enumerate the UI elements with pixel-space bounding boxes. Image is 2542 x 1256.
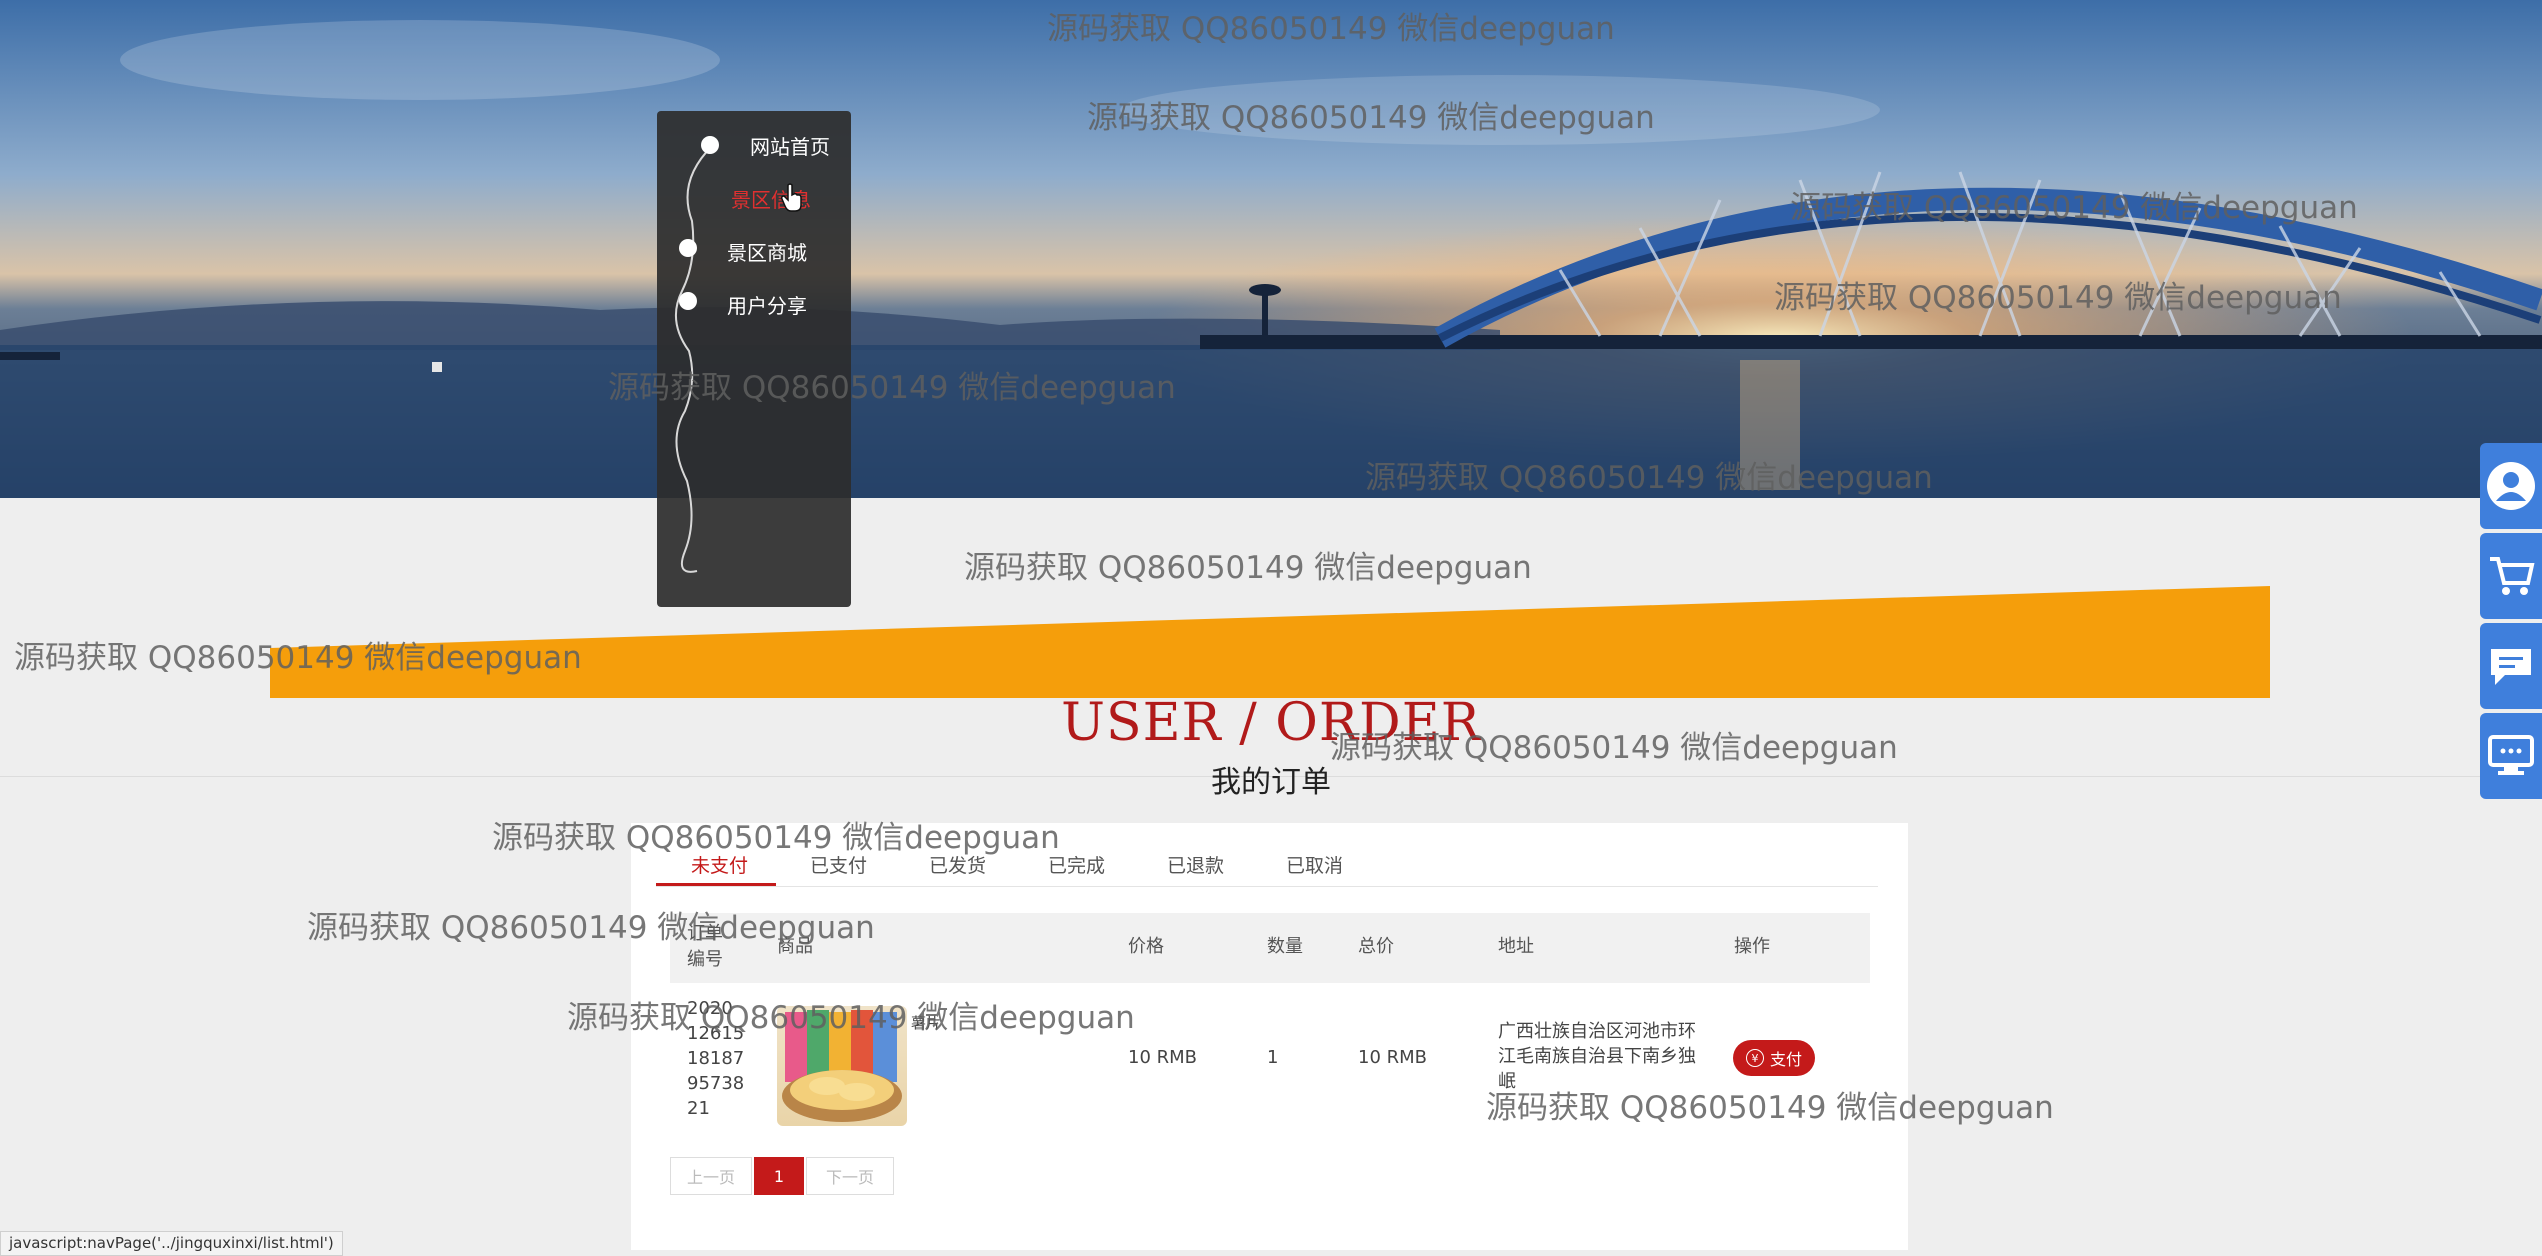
tab-cancelled[interactable]: 已取消: [1286, 851, 1343, 878]
user-icon: [2487, 462, 2535, 510]
header-price: 价格: [1128, 936, 1164, 957]
decorative-orange-band: [270, 586, 2270, 698]
watermark: 源码获取 QQ86050149 微信deepguan: [964, 550, 1532, 586]
browser-status-url: javascript:navPage('../jingquxinxi/list.…: [0, 1231, 343, 1256]
order-number-line: 95738: [687, 1073, 745, 1094]
floating-toolbar: [2480, 443, 2542, 803]
order-number-line: 12615: [687, 1023, 745, 1044]
header-action: 操作: [1734, 936, 1770, 957]
order-number: 2020 12615 18187 95738 21: [687, 996, 745, 1121]
order-number-line: 2020: [687, 998, 733, 1019]
pay-button[interactable]: ¥ 支付: [1733, 1040, 1815, 1076]
page-title-cn: 我的订单: [1211, 765, 1331, 800]
active-tab-underline: [656, 883, 776, 886]
order-panel: 未支付 已支付 已发货 已完成 已退款 已取消 订单编号 商品 价格 数量 总价…: [631, 823, 1908, 1250]
hand-cursor-icon: [781, 183, 802, 212]
quantity-value: 1: [1267, 1047, 1279, 1068]
product-thumbnail[interactable]: [777, 1006, 907, 1126]
yuan-icon: ¥: [1745, 1049, 1764, 1067]
total-value: 10 RMB: [1358, 1047, 1428, 1068]
nav-item-scenic-mall[interactable]: 景区商城: [727, 237, 807, 266]
address-line: 广西壮族自治区河池市环: [1498, 1021, 1696, 1042]
cart-icon: [2490, 557, 2535, 595]
price-value: 10 RMB: [1128, 1047, 1198, 1068]
header-qty: 数量: [1267, 936, 1303, 957]
tab-completed[interactable]: 已完成: [1048, 851, 1105, 878]
tab-paid[interactable]: 已支付: [810, 851, 867, 878]
tab-unpaid[interactable]: 未支付: [691, 851, 748, 878]
header-total: 总价: [1358, 936, 1394, 957]
pagination: 上一页 1 下一页: [670, 1157, 896, 1195]
chips-product-image: [782, 1010, 902, 1122]
order-status-tabs: 未支付 已支付 已发货 已完成 已退款 已取消: [656, 823, 1878, 887]
address-line: 岷: [1498, 1071, 1516, 1092]
header-address: 地址: [1498, 936, 1534, 957]
prev-page-button[interactable]: 上一页: [670, 1157, 752, 1195]
next-page-button[interactable]: 下一页: [806, 1157, 894, 1195]
service-button[interactable]: [2480, 713, 2542, 799]
monitor-icon: [2488, 735, 2534, 775]
nav-item-home[interactable]: 网站首页: [750, 131, 830, 160]
table-header: 订单编号 商品 价格 数量 总价 地址 操作: [670, 913, 1870, 983]
product-name: 薯片: [911, 1014, 942, 1032]
header-product: 商品: [777, 936, 813, 957]
side-navigation: 网站首页 景区信息 景区商城 用户分享: [657, 111, 851, 607]
tab-refunded[interactable]: 已退款: [1167, 851, 1224, 878]
hero-landscape-image: [0, 0, 2542, 498]
nav-item-user-share[interactable]: 用户分享: [727, 290, 807, 319]
cart-button[interactable]: [2480, 533, 2542, 619]
header-order-no: 订单编号: [687, 923, 723, 970]
nav-dot-share: [679, 292, 697, 310]
nav-dot-mall: [679, 239, 697, 257]
current-page-button[interactable]: 1: [754, 1157, 804, 1195]
user-center-button[interactable]: [2480, 443, 2542, 529]
pay-button-label: 支付: [1769, 1050, 1802, 1069]
address-value: 广西壮族自治区河池市环 江毛南族自治县下南乡独 岷: [1498, 1019, 1708, 1094]
address-line: 江毛南族自治县下南乡独: [1498, 1046, 1696, 1067]
tab-shipped[interactable]: 已发货: [929, 851, 986, 878]
hero-banner: [0, 0, 2542, 498]
order-number-line: 21: [687, 1098, 710, 1119]
message-button[interactable]: [2480, 623, 2542, 709]
page-title-en: USER / ORDER: [1061, 693, 1481, 753]
nav-dot-home: [701, 136, 719, 154]
message-icon: [2491, 649, 2531, 685]
order-number-line: 18187: [687, 1048, 745, 1069]
